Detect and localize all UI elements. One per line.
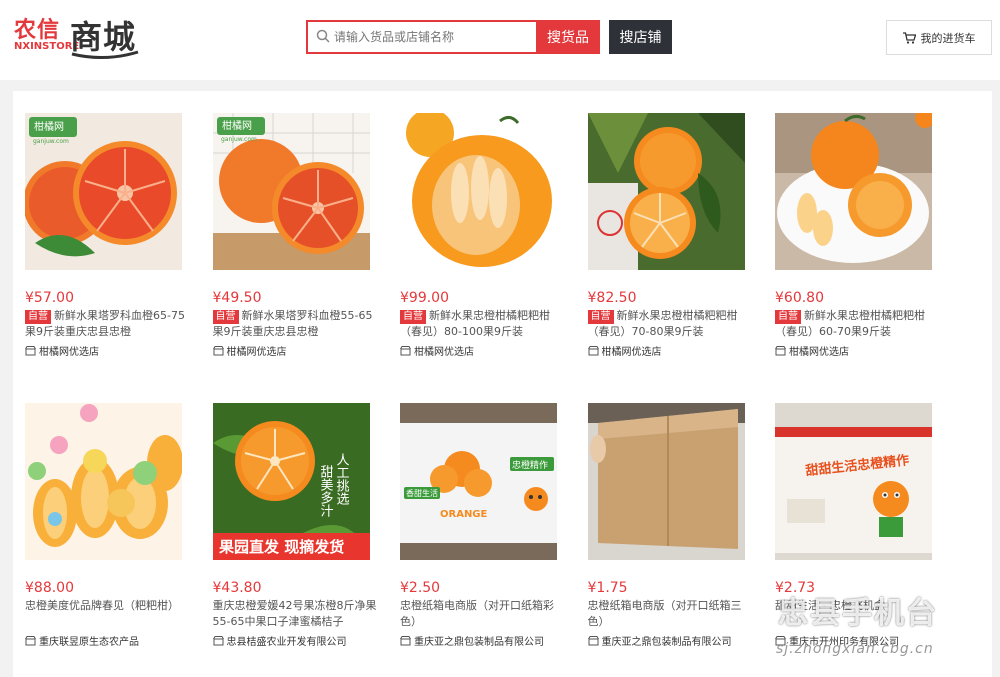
shop-link[interactable]: 重庆亚之鼎包装制品有限公司 (587, 633, 768, 648)
search-store-button[interactable]: 搜店铺 (609, 20, 672, 54)
store-icon (212, 635, 224, 645)
product-price: ¥1.75 (587, 580, 628, 596)
shop-link[interactable]: 柑橘网优选店 (400, 343, 580, 358)
product-image[interactable] (775, 113, 932, 270)
self-operated-badge: 自营 (775, 310, 801, 324)
search-goods-button[interactable]: 搜货品 (536, 20, 600, 54)
shop-link[interactable]: 重庆联昱原生态农产品 (25, 633, 205, 648)
shop-name: 重庆联昱原生态农产品 (39, 637, 139, 648)
self-operated-badge: 自营 (400, 310, 426, 324)
product-card[interactable]: ¥88.00 忠橙美度优品牌春见（粑粑柑） 重庆联昱原生态农产品 (25, 403, 205, 673)
product-card[interactable]: ¥1.75 忠橙纸箱电商版（对开口纸箱三色） 重庆亚之鼎包装制品有限公司 (587, 403, 768, 673)
search-box (306, 20, 538, 54)
store-icon (775, 345, 786, 355)
product-title[interactable]: 自营 新鲜水果塔罗科血橙55-65果9斤装重庆忠县忠橙 (212, 308, 378, 340)
svg-text:ORANGE: ORANGE (440, 509, 488, 520)
search-icon (316, 29, 330, 43)
store-icon (587, 345, 599, 355)
store-icon (25, 345, 36, 355)
watermark-url: sj.zhongxian.cbg.cn (776, 641, 934, 657)
product-image[interactable] (587, 113, 745, 270)
shop-name: 柑橘网优选店 (601, 347, 662, 358)
product-price: ¥82.50 (587, 290, 637, 306)
product-image[interactable]: 甜甜生活忠橙精作 (775, 403, 932, 560)
product-image[interactable] (400, 113, 557, 270)
svg-text:果园直发 现摘发货: 果园直发 现摘发货 (218, 538, 344, 556)
store-icon (400, 345, 411, 355)
shop-link[interactable]: 柑橘网优选店 (25, 343, 205, 358)
product-price: ¥88.00 (25, 580, 74, 596)
svg-text:人工挑选: 人工挑选 (333, 453, 349, 506)
product-title[interactable]: 忠橙纸箱电商版（对开口纸箱三色） (588, 598, 753, 630)
product-title[interactable]: 自营 新鲜水果忠橙柑橘粑粑柑（春见）70-80果9斤装 (587, 308, 753, 340)
self-operated-badge: 自营 (587, 310, 614, 324)
product-title[interactable]: 忠橙美度优品牌春见（粑粑柑） (25, 598, 190, 630)
logo-text-cn: 农信 (14, 18, 61, 43)
shop-name: 柑橘网优选店 (39, 347, 99, 358)
shop-link[interactable]: 重庆亚之鼎包装制品有限公司 (400, 633, 580, 648)
shop-name: 重庆亚之鼎包装制品有限公司 (414, 637, 544, 648)
product-card[interactable]: ¥99.00 自营 新鲜水果忠橙柑橘粑粑柑（春见）80-100果9斤装 柑橘网优选… (400, 113, 580, 383)
svg-text:柑橘网: 柑橘网 (222, 119, 252, 132)
product-card[interactable]: ¥82.50 自营 新鲜水果忠橙柑橘粑粑柑（春见）70-80果9斤装 柑橘网优选店 (587, 113, 768, 383)
svg-text:ganjuw.com: ganjuw.com (221, 136, 257, 143)
site-logo[interactable]: 农信 NXINSTORE 商城 (14, 12, 139, 60)
product-title[interactable]: 自营 新鲜水果忠橙柑橘粑粑柑（春见）80-100果9斤装 (400, 308, 565, 340)
svg-text:甜美多汁: 甜美多汁 (317, 464, 333, 517)
product-card[interactable]: 忠橙精作 香甜生活 ORANGE ¥2.50 忠橙纸箱电商版（对开口纸箱彩色） … (400, 403, 580, 673)
product-card[interactable]: 柑橘网 ganjuw.com ¥57.00 自营 新鲜水果塔罗科血橙65-75果9… (25, 113, 205, 383)
product-image[interactable]: 柑橘网 ganjuw.com (25, 113, 182, 270)
svg-text:ganjuw.com: ganjuw.com (33, 138, 69, 145)
top-header: 农信 NXINSTORE 商城 搜货品 搜店铺 我的进货车 (0, 0, 1000, 80)
purchase-cart-button[interactable]: 我的进货车 (886, 20, 992, 55)
svg-text:忠橙精作: 忠橙精作 (512, 459, 548, 471)
shop-name: 忠县桔盛农业开发有限公司 (226, 637, 347, 648)
product-title[interactable]: 重庆忠橙爱媛42号果冻橙8斤净果55-65中果口子津蜜橘桔子 (213, 598, 378, 630)
self-operated-badge: 自营 (25, 310, 51, 324)
cart-label: 我的进货车 (920, 31, 976, 45)
svg-text:香甜生活: 香甜生活 (406, 488, 438, 498)
shop-name: 重庆亚之鼎包装制品有限公司 (601, 637, 732, 648)
product-price: ¥43.80 (212, 580, 262, 596)
product-price: ¥60.80 (775, 290, 824, 306)
product-title[interactable]: 自营 新鲜水果塔罗科血橙65-75果9斤装重庆忠县忠橙 (25, 308, 190, 340)
logo-swoosh-icon (71, 50, 139, 60)
product-card[interactable]: 果园直发 现摘发货 人工挑选 甜美多汁 ¥43.80 重庆忠橙爱媛42号果冻橙8… (212, 403, 393, 673)
shop-name: 柑橘网优选店 (414, 347, 474, 358)
shop-link[interactable]: 柑橘网优选店 (587, 343, 768, 358)
product-image[interactable] (587, 403, 745, 560)
watermark-title: 忠县手机台 (778, 596, 938, 631)
product-card[interactable]: 甜甜生活忠橙精作 ¥2.73 甜甜生活 - 忠橙飞机盒 重庆市开州印务有限公司 (775, 403, 955, 673)
product-title[interactable]: 忠橙纸箱电商版（对开口纸箱彩色） (400, 598, 565, 630)
store-icon (587, 635, 599, 645)
product-price: ¥57.00 (25, 290, 74, 306)
product-image[interactable] (25, 403, 182, 560)
product-image[interactable]: 果园直发 现摘发货 人工挑选 甜美多汁 (212, 403, 370, 560)
self-operated-badge: 自营 (212, 310, 239, 324)
product-image[interactable]: 柑橘网 ganjuw.com (212, 113, 370, 270)
product-card[interactable]: 柑橘网 ganjuw.com ¥49.50 自营 新鲜水果塔罗科血橙55-65果9… (212, 113, 393, 383)
store-icon (25, 635, 36, 645)
svg-text:柑橘网: 柑橘网 (34, 120, 64, 133)
product-price: ¥49.50 (212, 290, 262, 306)
product-image[interactable]: 忠橙精作 香甜生活 ORANGE (400, 403, 557, 560)
shop-name: 柑橘网优选店 (789, 347, 849, 358)
shop-name: 柑橘网优选店 (226, 347, 287, 358)
product-price: ¥2.50 (400, 580, 441, 596)
product-price: ¥99.00 (400, 290, 449, 306)
shop-link[interactable]: 忠县桔盛农业开发有限公司 (212, 633, 393, 648)
product-card[interactable]: ¥60.80 自营 新鲜水果忠橙柑橘粑粑柑（春见）60-70果9斤装 柑橘网优选店 (775, 113, 955, 383)
shop-link[interactable]: 柑橘网优选店 (775, 343, 955, 358)
product-title[interactable]: 自营 新鲜水果忠橙柑橘粑粑柑（春见）60-70果9斤装 (775, 308, 940, 340)
store-icon (212, 345, 224, 355)
shop-link[interactable]: 柑橘网优选店 (212, 343, 393, 358)
search-input[interactable] (334, 27, 534, 47)
store-icon (400, 635, 411, 645)
cart-icon (902, 31, 916, 44)
